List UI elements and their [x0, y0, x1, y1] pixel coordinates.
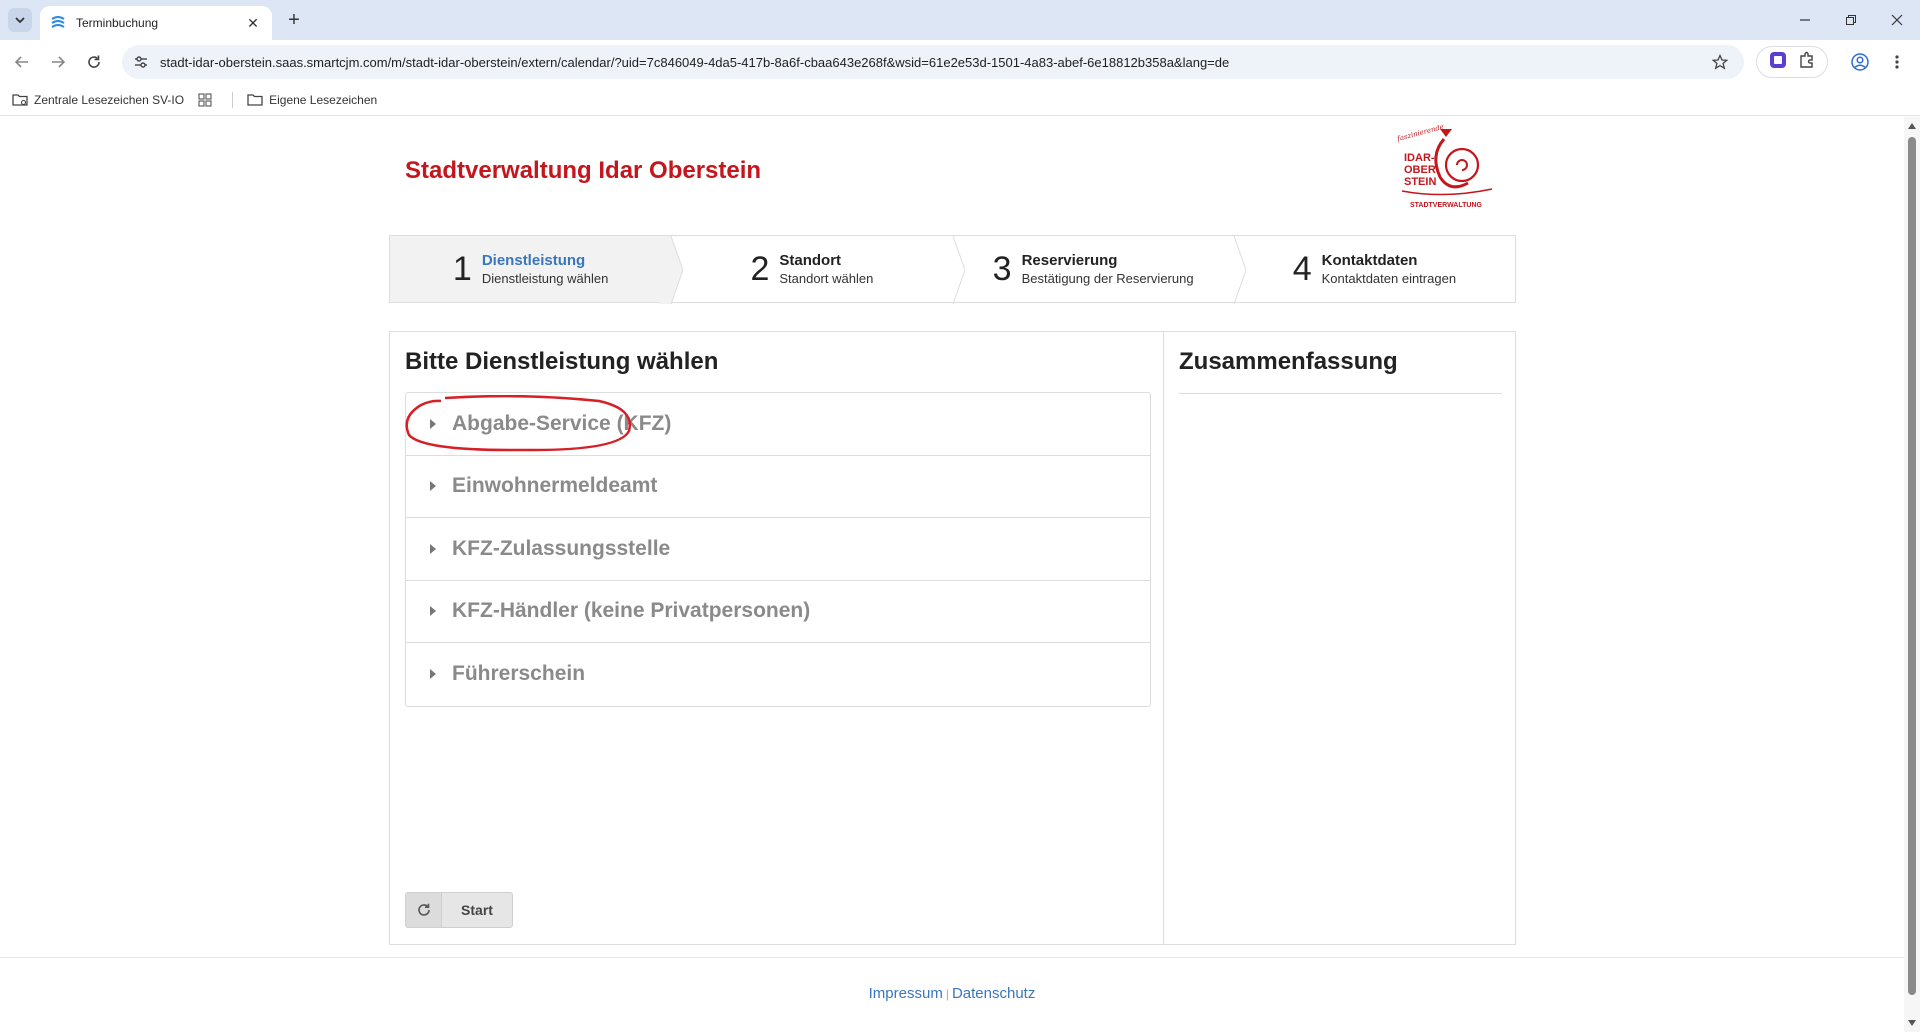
back-button[interactable] — [10, 50, 34, 74]
profile-icon[interactable] — [1848, 50, 1872, 74]
new-tab-button[interactable]: + — [282, 8, 306, 32]
step-number: 3 — [992, 250, 1012, 288]
extension-icon[interactable] — [1769, 51, 1787, 74]
service-label: KFZ-Händler (keine Privatpersonen) — [452, 599, 811, 623]
service-label: Einwohnermeldeamt — [452, 474, 658, 498]
service-heading: Bitte Dienstleistung wählen — [405, 348, 719, 375]
idar-oberstein-logo[interactable]: faszinierende IDAR- OBER STEIN STADTVERW… — [1390, 125, 1500, 211]
browser-toolbar: stadt-idar-oberstein.saas.smartcjm.com/m… — [0, 40, 1920, 84]
minimize-icon — [1800, 19, 1810, 21]
caret-right-icon — [430, 543, 436, 554]
restore-icon — [1846, 15, 1856, 25]
address-bar[interactable]: stadt-idar-oberstein.saas.smartcjm.com/m… — [122, 45, 1744, 79]
chevron-down-icon — [15, 17, 25, 24]
footer-separator: | — [945, 987, 949, 1001]
step-title: Kontaktdaten — [1321, 252, 1418, 269]
minimize-button[interactable] — [1782, 0, 1828, 40]
step-kontaktdaten[interactable]: 4 Kontaktdaten Kontaktdaten eintragen — [1234, 236, 1515, 302]
tab-close-icon[interactable]: ✕ — [244, 14, 262, 32]
reload-icon — [88, 55, 100, 68]
svg-text:OBER: OBER — [1404, 164, 1436, 176]
service-item-einwohnermeldeamt[interactable]: Einwohnermeldeamt — [406, 456, 1150, 518]
managed-folder-icon — [12, 93, 28, 106]
bookmarks-bar: Zentrale Lesezeichen SV-IO Eigene Leseze… — [0, 84, 1920, 116]
datenschutz-link[interactable]: Datenschutz — [952, 985, 1035, 1002]
extensions-group — [1756, 46, 1828, 78]
bookmark-label: Zentrale Lesezeichen SV-IO — [34, 92, 185, 107]
step-chevron-icon — [659, 236, 684, 304]
step-subtitle: Standort wählen — [779, 271, 874, 286]
forward-arrow-icon — [52, 56, 66, 68]
step-number: 2 — [750, 250, 770, 288]
service-label: KFZ-Zulassungsstelle — [452, 536, 671, 560]
step-subtitle: Kontaktdaten eintragen — [1321, 271, 1457, 286]
url-text: stadt-idar-oberstein.saas.smartcjm.com/m… — [160, 54, 1230, 70]
forward-button[interactable] — [46, 50, 70, 74]
panel-divider — [1163, 332, 1164, 944]
reload-button[interactable] — [82, 50, 106, 74]
tab-list-button[interactable] — [8, 8, 32, 32]
red-circle-annotation — [405, 395, 632, 452]
bookmark-star-icon[interactable] — [1706, 54, 1734, 70]
scrollbar-thumb[interactable] — [1908, 137, 1916, 995]
tab-title: Terminbuchung — [76, 16, 159, 30]
page-scrollbar[interactable] — [1904, 117, 1920, 1032]
close-icon — [1891, 14, 1903, 26]
step-reservierung[interactable]: 3 Reservierung Bestätigung der Reservier… — [953, 236, 1246, 304]
booking-steps: 1 Dienstleistung Dienstleistung wählen 2… — [389, 235, 1516, 304]
step-standort[interactable]: 2 Standort Standort wählen — [671, 236, 965, 304]
svg-text:STEIN: STEIN — [1404, 176, 1436, 188]
caret-right-icon — [430, 669, 436, 680]
svg-text:STADTVERWALTUNG: STADTVERWALTUNG — [1410, 202, 1482, 209]
start-label: Start — [461, 902, 493, 918]
summary-heading: Zusammenfassung — [1179, 348, 1398, 375]
caret-right-icon — [430, 481, 436, 492]
scroll-down-icon[interactable] — [1908, 1020, 1916, 1026]
caret-right-icon — [430, 606, 436, 617]
step-subtitle: Dienstleistung wählen — [481, 271, 609, 286]
summary-rule — [1179, 393, 1502, 394]
step-chevron-icon — [952, 236, 965, 304]
step-title: Reservierung — [1021, 252, 1118, 269]
start-button[interactable]: Start — [405, 892, 513, 928]
smartcjm-favicon-icon — [51, 16, 65, 28]
booking-panel: Bitte Dienstleistung wählen Abgabe-Servi… — [389, 331, 1516, 945]
footer-rule — [0, 957, 1904, 958]
puzzle-icon[interactable] — [1798, 51, 1816, 74]
bookmark-separator — [232, 91, 234, 108]
page-content: Stadtverwaltung Idar Oberstein faszinier… — [0, 117, 1904, 1032]
service-item-kfz-haendler[interactable]: KFZ-Händler (keine Privatpersonen) — [406, 581, 1150, 643]
apps-button[interactable] — [198, 93, 218, 107]
restart-icon — [406, 893, 442, 927]
service-label: Führerschein — [452, 662, 586, 686]
menu-kebab-icon[interactable] — [1885, 50, 1909, 74]
step-chevron-icon — [1233, 236, 1246, 304]
service-item-fuehrerschein[interactable]: Führerschein — [406, 643, 1150, 706]
step-number: 4 — [1292, 250, 1312, 288]
step-title: Standort — [779, 252, 842, 269]
step-title: Dienstleistung — [481, 252, 586, 269]
scroll-up-icon[interactable] — [1908, 123, 1916, 129]
browser-tab-bar: Terminbuchung ✕ + — [0, 0, 1920, 40]
bookmark-folder-central[interactable]: Zentrale Lesezeichen SV-IO — [12, 93, 184, 107]
folder-icon — [247, 93, 263, 106]
step-number: 1 — [452, 250, 472, 288]
bookmark-label: Eigene Lesezeichen — [269, 92, 378, 107]
footer: Impressum | Datenschutz — [0, 985, 1904, 1002]
impressum-link[interactable]: Impressum — [869, 985, 943, 1002]
logo-script: faszinierende — [1395, 125, 1444, 143]
service-item-kfz-zulassungsstelle[interactable]: KFZ-Zulassungsstelle — [406, 518, 1150, 581]
restore-button[interactable] — [1828, 0, 1874, 40]
step-subtitle: Bestätigung der Reservierung — [1021, 271, 1194, 286]
bookmark-folder-own[interactable]: Eigene Lesezeichen — [247, 93, 377, 107]
step-dienstleistung[interactable]: 1 Dienstleistung Dienstleistung wählen — [390, 236, 684, 304]
back-arrow-icon — [14, 56, 28, 68]
site-title[interactable]: Stadtverwaltung Idar Oberstein — [405, 157, 761, 185]
site-info-icon[interactable] — [130, 51, 152, 73]
svg-text:IDAR-: IDAR- — [1404, 152, 1435, 164]
browser-tab[interactable]: Terminbuchung ✕ — [40, 6, 272, 40]
apps-grid-icon — [198, 93, 212, 106]
close-window-button[interactable] — [1874, 0, 1920, 40]
